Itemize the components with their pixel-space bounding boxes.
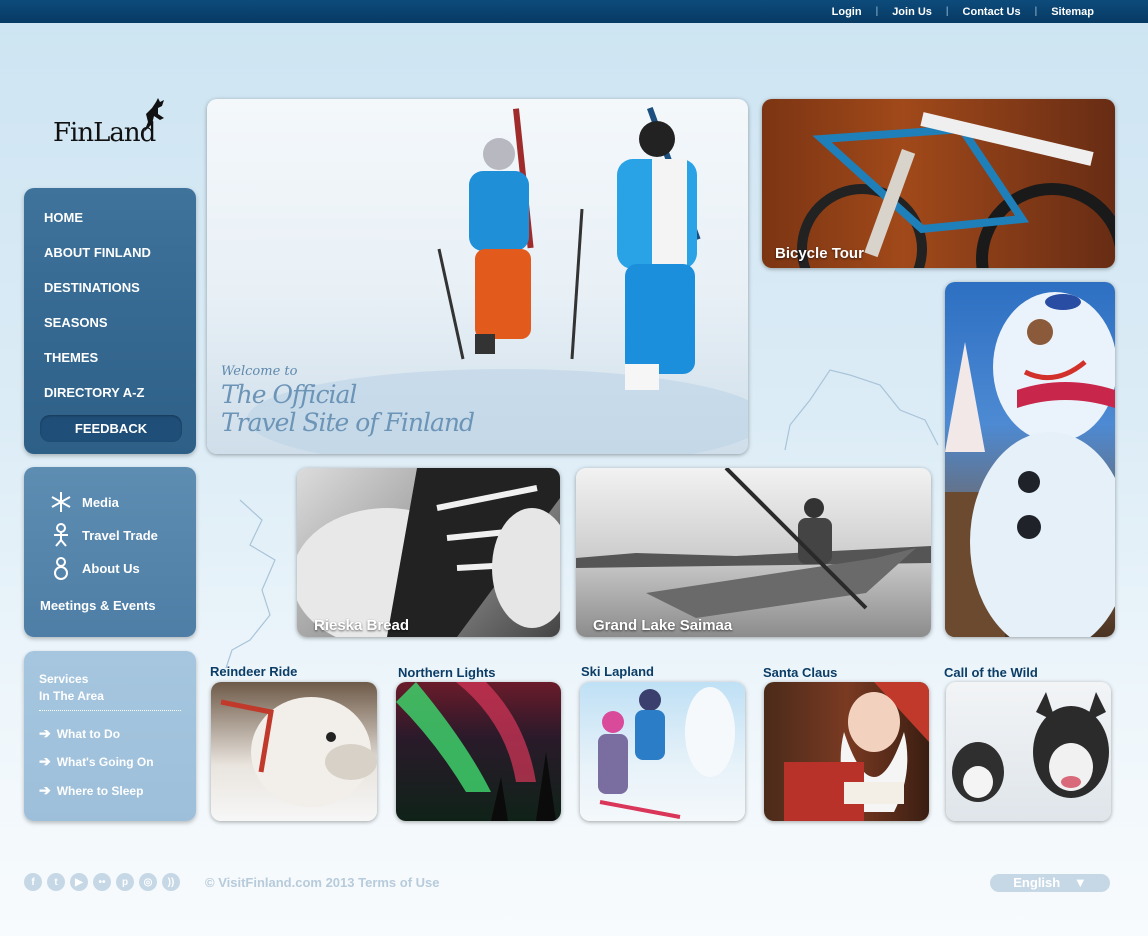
call-of-the-wild-tile[interactable] — [946, 682, 1111, 821]
what-to-do-link[interactable]: ➔ What to Do — [39, 725, 120, 742]
snowman-tile[interactable] — [945, 282, 1115, 637]
services-title-line1: Services — [39, 672, 89, 686]
santa-claus-tile[interactable] — [764, 682, 929, 821]
chevron-down-icon: ▼ — [1073, 875, 1087, 890]
what-to-do-label: What to Do — [56, 726, 121, 741]
social-icons: f t ▶ •• p ◎ )) — [24, 873, 185, 891]
twitter-icon[interactable]: t — [47, 873, 65, 891]
snowman-photo — [945, 292, 1115, 637]
services-title-line2: In The Area — [39, 689, 104, 703]
reindeer-photo — [220, 697, 377, 807]
arrow-right-icon: ➔ — [39, 782, 51, 798]
hero-title: The Official Travel Site of Finland — [221, 380, 475, 437]
copyright-text: © VisitFinland.com 2013 Terms of Use — [205, 875, 440, 890]
nav-seasons[interactable]: SEASONS — [44, 314, 196, 349]
kayak-photo — [576, 468, 931, 618]
arrow-right-icon: ➔ — [39, 725, 51, 741]
bicycle-tour-label: Bicycle Tour — [775, 245, 864, 262]
feedback-button[interactable]: FEEDBACK — [40, 415, 182, 442]
ski-lapland-label[interactable]: Ski Lapland — [581, 664, 654, 679]
aurora-photo — [396, 682, 556, 821]
huskies-photo — [952, 692, 1109, 802]
rss-icon[interactable]: )) — [162, 873, 180, 891]
nav-about-finland[interactable]: ABOUT FINLAND — [44, 244, 196, 279]
call-of-the-wild-label[interactable]: Call of the Wild — [944, 665, 1038, 680]
media-link[interactable]: Media — [48, 489, 119, 515]
reindeer-ride-label[interactable]: Reindeer Ride — [210, 664, 297, 679]
contact-us-link[interactable]: Contact Us — [949, 6, 1035, 18]
finland-logo[interactable]: FinLand — [50, 98, 170, 154]
whats-going-on-label: What's Going On — [56, 754, 154, 769]
about-us-label: About Us — [82, 560, 140, 576]
travel-trade-link[interactable]: Travel Trade — [48, 522, 158, 548]
whats-going-on-link[interactable]: ➔ What's Going On — [39, 753, 154, 770]
meetings-events-link[interactable]: Meetings & Events — [40, 598, 156, 613]
services-title: Services In The Area — [39, 671, 104, 705]
facebook-icon[interactable]: f — [24, 873, 42, 891]
instagram-icon[interactable]: ◎ — [139, 873, 157, 891]
secondary-navigation: Media Travel Trade About Us Meetings & E… — [24, 467, 196, 637]
bicycle-photo — [762, 99, 1115, 268]
media-label: Media — [82, 494, 119, 510]
rieska-bread-label: Rieska Bread — [314, 617, 410, 634]
grand-lake-saimaa-tile[interactable]: Grand Lake Saimaa — [576, 468, 931, 637]
where-to-sleep-label: Where to Sleep — [56, 783, 144, 798]
ski-lapland-tile[interactable] — [580, 682, 745, 821]
hero-title-line2: Travel Site of Finland — [221, 408, 475, 437]
northern-lights-label[interactable]: Northern Lights — [398, 665, 496, 680]
travel-trade-label: Travel Trade — [82, 527, 158, 543]
top-nav: Login | Join Us | Contact Us | Sitemap — [818, 0, 1108, 23]
grand-lake-saimaa-label: Grand Lake Saimaa — [593, 617, 733, 634]
bread-photo — [297, 468, 560, 637]
top-bar: Login | Join Us | Contact Us | Sitemap — [0, 0, 1148, 23]
northern-lights-tile[interactable] — [396, 682, 561, 821]
snowman-icon — [48, 555, 74, 581]
nav-home[interactable]: HOME — [44, 209, 196, 244]
nav-themes[interactable]: THEMES — [44, 349, 196, 384]
about-us-link[interactable]: About Us — [48, 555, 140, 581]
nav-directory[interactable]: DIRECTORY A-Z — [44, 384, 196, 419]
main-navigation: HOME ABOUT FINLAND DESTINATIONS SEASONS … — [24, 188, 196, 454]
hero-banner[interactable]: Welcome to The Official Travel Site of F… — [207, 99, 748, 454]
services-panel: Services In The Area ➔ What to Do ➔ What… — [24, 651, 196, 821]
language-value: English — [1013, 875, 1061, 890]
divider — [39, 710, 181, 711]
reindeer-icon — [144, 98, 164, 132]
rieska-bread-tile[interactable]: Rieska Bread — [297, 468, 560, 637]
santa-photo — [784, 682, 929, 821]
pinterest-icon[interactable]: p — [116, 873, 134, 891]
youtube-icon[interactable]: ▶ — [70, 873, 88, 891]
bicycle-tour-tile[interactable]: Bicycle Tour — [762, 99, 1115, 268]
reindeer-ride-tile[interactable] — [211, 682, 377, 821]
hero-welcome: Welcome to — [221, 364, 298, 379]
sitemap-link[interactable]: Sitemap — [1037, 6, 1108, 18]
arrow-right-icon: ➔ — [39, 753, 51, 769]
snowflake-icon — [48, 489, 74, 515]
where-to-sleep-link[interactable]: ➔ Where to Sleep — [39, 782, 143, 799]
join-us-link[interactable]: Join Us — [878, 6, 946, 18]
flickr-icon[interactable]: •• — [93, 873, 111, 891]
nav-destinations[interactable]: DESTINATIONS — [44, 279, 196, 314]
login-link[interactable]: Login — [818, 6, 876, 18]
santa-claus-label[interactable]: Santa Claus — [763, 665, 837, 680]
gingerbread-icon — [48, 522, 74, 548]
kids-skiing-photo — [598, 687, 735, 819]
language-select[interactable]: English ▼ — [990, 874, 1110, 892]
hero-title-line1: The Official — [221, 380, 357, 409]
